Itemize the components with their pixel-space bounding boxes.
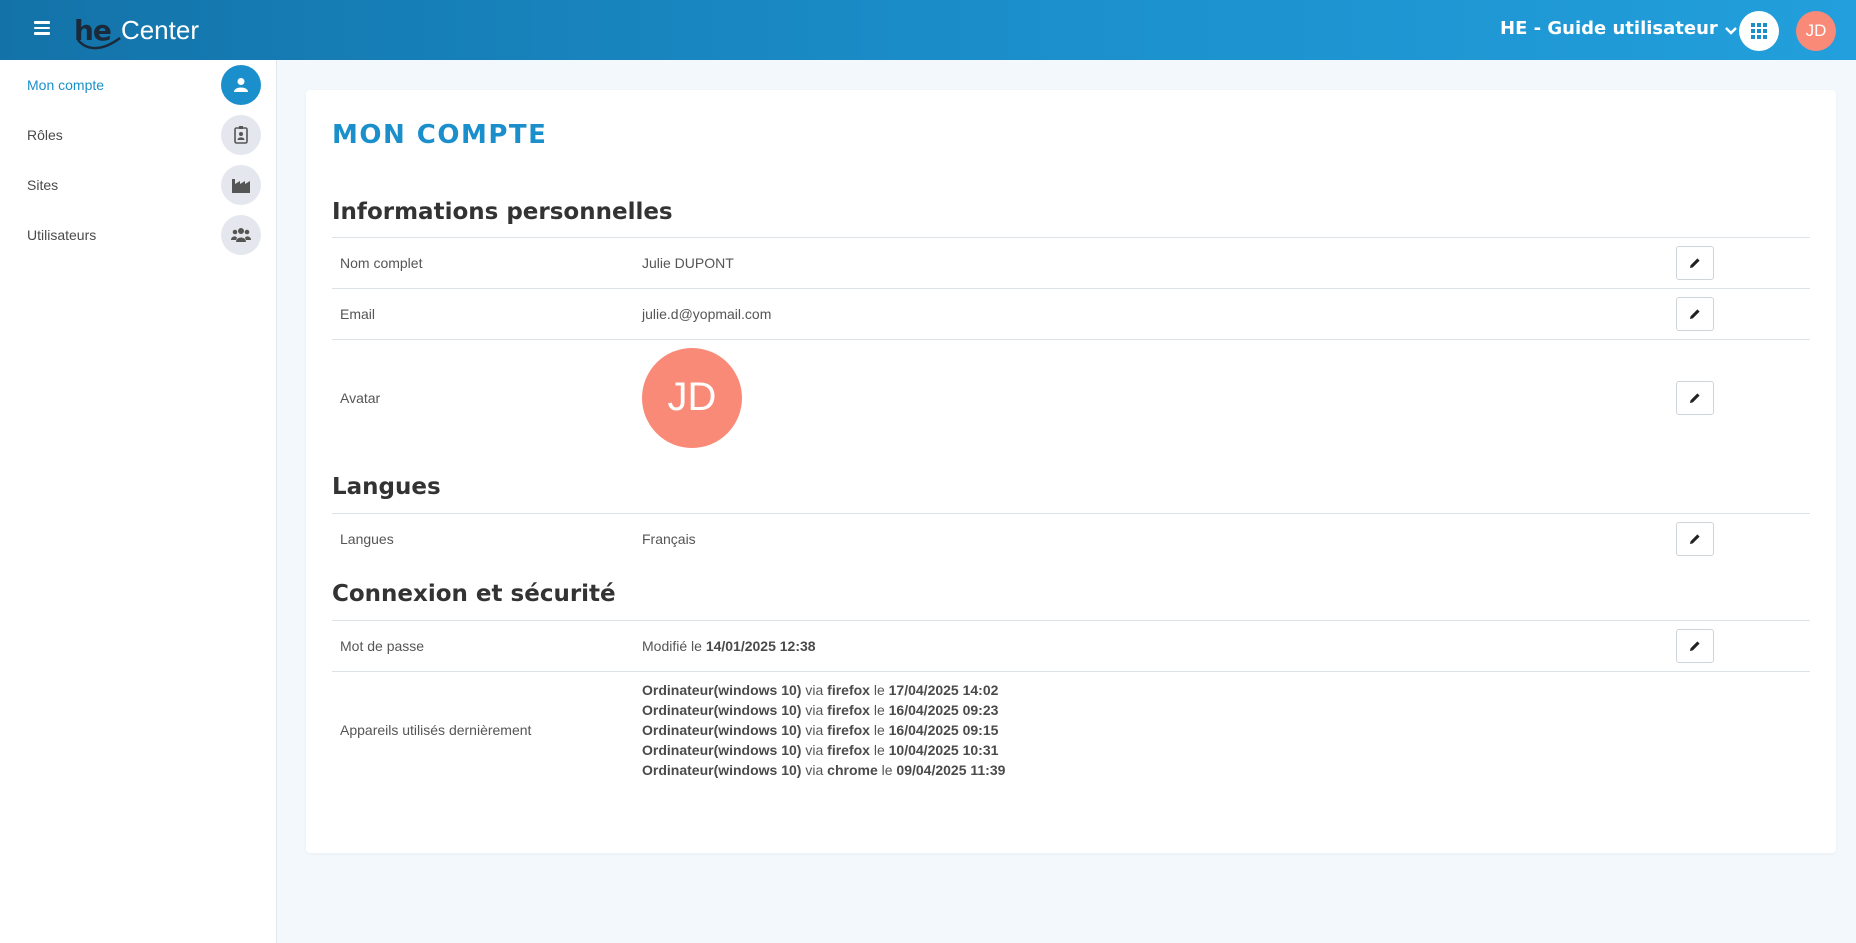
- sidebar-item-sites[interactable]: Sites: [0, 160, 276, 210]
- user-avatar-button[interactable]: JD: [1796, 11, 1836, 51]
- apps-grid-button[interactable]: [1739, 11, 1779, 51]
- sidebar: Mon compte Rôles Sites Utilisateurs: [0, 60, 277, 943]
- factory-icon: [221, 165, 261, 205]
- section-title-security: Connexion et sécurité: [332, 581, 616, 607]
- device-le: le: [873, 742, 885, 758]
- device-date: 16/04/2025 09:23: [888, 702, 999, 718]
- device-name: Ordinateur(windows 10): [642, 702, 802, 718]
- sidebar-item-label: Mon compte: [27, 77, 105, 93]
- row-label: Mot de passe: [340, 638, 425, 654]
- sidebar-item-label: Rôles: [27, 127, 63, 143]
- app-logo[interactable]: he Center: [74, 8, 199, 52]
- row-label: Langues: [340, 530, 394, 547]
- row-full-name: Nom complet Julie DUPONT: [332, 237, 1810, 288]
- section-title-personal-info: Informations personnelles: [332, 199, 673, 225]
- full-name-value: Julie DUPONT: [642, 255, 734, 271]
- device-date: 17/04/2025 14:02: [888, 682, 999, 698]
- section-title-languages: Langues: [332, 474, 441, 500]
- account-card: MON COMPTE Informations personnelles Nom…: [306, 90, 1836, 853]
- avatar: JD: [642, 347, 742, 448]
- sidebar-item-label: Utilisateurs: [27, 227, 97, 243]
- row-password: Mot de passe Modifié le 14/01/2025 12:38: [332, 620, 1810, 671]
- device-list: Ordinateur(windows 10) via firefox le 17…: [642, 680, 1005, 780]
- device-entry: Ordinateur(windows 10) via firefox le 17…: [642, 680, 1005, 700]
- device-entry: Ordinateur(windows 10) via chrome le 09/…: [642, 760, 1005, 780]
- row-label: Avatar: [340, 389, 381, 406]
- edit-avatar-button[interactable]: [1676, 380, 1714, 415]
- device-via: via: [805, 722, 824, 738]
- edit-full-name-button[interactable]: [1676, 246, 1714, 280]
- logo-swoosh-icon: [77, 36, 121, 50]
- device-via: via: [805, 742, 824, 758]
- edit-password-button[interactable]: [1676, 629, 1714, 663]
- page-title: MON COMPTE: [332, 120, 548, 150]
- top-bar: he Center HE - Guide utilisateur JD: [0, 0, 1856, 60]
- sidebar-item-label: Sites: [27, 177, 59, 193]
- row-recent-devices: Appareils utilisés dernièrement Ordinate…: [332, 671, 1810, 788]
- grid-icon: [1751, 23, 1767, 39]
- pencil-icon: [1690, 533, 1700, 544]
- device-le: le: [873, 722, 885, 738]
- row-label: Appareils utilisés dernièrement: [340, 722, 532, 738]
- device-via: via: [805, 702, 824, 718]
- organization-name: HE - Guide utilisateur: [1500, 18, 1718, 39]
- pencil-icon: [1690, 641, 1700, 651]
- device-via: via: [805, 762, 824, 778]
- device-browser: firefox: [827, 702, 870, 718]
- badge-icon: [221, 115, 261, 155]
- email-value: julie.d@yopmail.com: [642, 306, 772, 322]
- device-name: Ordinateur(windows 10): [642, 762, 802, 778]
- password-modified-date: 14/01/2025 12:38: [705, 638, 816, 654]
- device-browser: chrome: [827, 762, 878, 778]
- device-name: Ordinateur(windows 10): [642, 722, 802, 738]
- pencil-icon: [1690, 392, 1700, 403]
- device-entry: Ordinateur(windows 10) via firefox le 16…: [642, 720, 1005, 740]
- row-label: Nom complet: [340, 255, 423, 271]
- device-entry: Ordinateur(windows 10) via firefox le 16…: [642, 700, 1005, 720]
- device-browser: firefox: [827, 722, 870, 738]
- device-name: Ordinateur(windows 10): [642, 742, 802, 758]
- device-le: le: [873, 682, 885, 698]
- row-email: Email julie.d@yopmail.com: [332, 288, 1810, 339]
- edit-languages-button[interactable]: [1676, 521, 1714, 556]
- chevron-down-icon: [1724, 26, 1737, 35]
- sidebar-item-mon-compte[interactable]: Mon compte: [0, 60, 276, 110]
- organization-selector[interactable]: HE - Guide utilisateur: [1500, 18, 1738, 39]
- user-icon: [221, 65, 261, 105]
- password-modified: Modifié le 14/01/2025 12:38: [642, 638, 816, 654]
- language-value: Français: [642, 530, 696, 547]
- row-avatar: Avatar JD: [332, 339, 1810, 455]
- pencil-icon: [1690, 258, 1700, 268]
- row-label: Email: [340, 306, 376, 322]
- device-date: 10/04/2025 10:31: [888, 742, 999, 758]
- edit-email-button[interactable]: [1676, 297, 1714, 331]
- device-browser: firefox: [827, 742, 870, 758]
- device-via: via: [805, 682, 824, 698]
- app-name: Center: [120, 14, 199, 45]
- device-le: le: [881, 762, 893, 778]
- sidebar-item-roles[interactable]: Rôles: [0, 110, 276, 160]
- row-languages: Langues Français: [332, 513, 1810, 563]
- pencil-icon: [1690, 309, 1700, 319]
- device-name: Ordinateur(windows 10): [642, 682, 802, 698]
- hamburger-menu-icon[interactable]: [34, 18, 56, 42]
- sidebar-item-utilisateurs[interactable]: Utilisateurs: [0, 210, 276, 260]
- password-modified-prefix: Modifié le: [642, 638, 702, 654]
- device-date: 09/04/2025 11:39: [896, 762, 1006, 778]
- users-icon: [221, 215, 261, 255]
- device-date: 16/04/2025 09:15: [888, 722, 999, 738]
- device-entry: Ordinateur(windows 10) via firefox le 10…: [642, 740, 1005, 760]
- device-le: le: [873, 702, 885, 718]
- device-browser: firefox: [827, 682, 870, 698]
